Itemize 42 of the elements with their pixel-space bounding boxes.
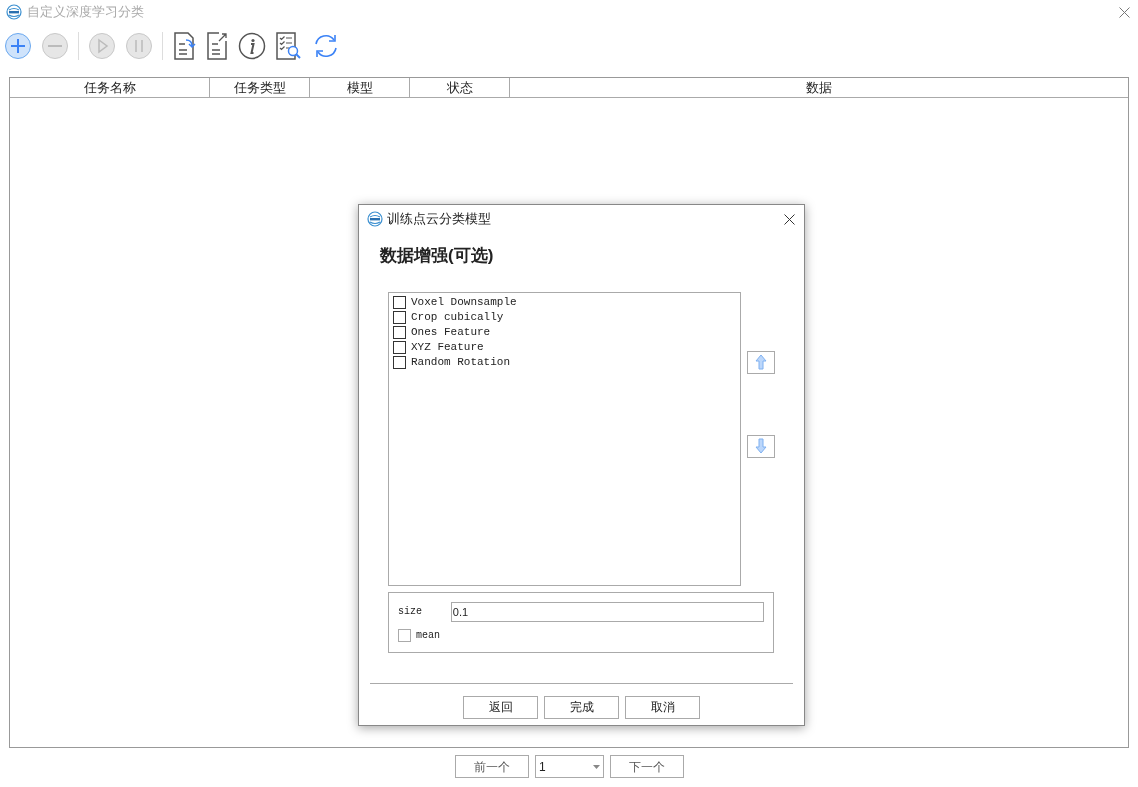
option-checkbox[interactable] — [393, 295, 406, 309]
option-checkbox[interactable] — [393, 310, 406, 324]
mean-label: mean — [416, 628, 440, 643]
window-title: 自定义深度学习分类 — [27, 3, 144, 22]
up-arrow-icon — [755, 354, 767, 370]
dialog-button[interactable]: 完成 — [544, 695, 619, 719]
option-label: Crop cubically — [411, 309, 504, 325]
option-checkbox[interactable] — [393, 325, 406, 339]
close-icon[interactable] — [784, 213, 795, 225]
column-header[interactable]: 任务类型 — [210, 78, 310, 97]
move-up-button[interactable] — [747, 350, 775, 374]
next-button[interactable]: 下一个 — [610, 755, 684, 778]
option-checkbox[interactable] — [393, 340, 406, 354]
info-button[interactable] — [238, 32, 266, 60]
dialog-heading: 数据增强(可选) — [380, 245, 495, 267]
option-label: Random Rotation — [411, 354, 511, 370]
dialog-button[interactable]: 取消 — [625, 695, 700, 719]
column-header[interactable]: 状态 — [410, 78, 510, 97]
dialog-button[interactable]: 返回 — [463, 695, 538, 719]
caret-icon — [593, 764, 600, 769]
option-label: Ones Feature — [411, 324, 491, 340]
dialog-title: 训练点云分类模型 — [387, 210, 491, 229]
logo-icon — [367, 211, 383, 227]
down-arrow-icon — [755, 438, 767, 454]
add-button[interactable] — [4, 32, 32, 60]
column-header[interactable]: 任务名称 — [10, 78, 210, 97]
size-field[interactable]: 0.1 — [450, 601, 764, 622]
import-document-button[interactable] — [172, 32, 196, 60]
column-header[interactable]: 数据 — [510, 78, 1128, 97]
option-checkbox[interactable] — [393, 355, 406, 369]
option-label: XYZ Feature — [411, 339, 484, 355]
move-down-button[interactable] — [747, 434, 775, 458]
checklist-search-button[interactable] — [275, 32, 303, 60]
export-document-button[interactable] — [205, 32, 229, 60]
size-label: size — [398, 605, 423, 619]
previous-button[interactable]: 前一个 — [455, 755, 529, 778]
column-header[interactable]: 模型 — [310, 78, 410, 97]
logo-icon — [6, 4, 22, 20]
option-label: Voxel Downsample — [411, 294, 517, 310]
refresh-button[interactable] — [312, 32, 340, 60]
page-dropdown[interactable]: 1 — [535, 755, 604, 778]
mean-checkbox[interactable] — [398, 628, 411, 642]
